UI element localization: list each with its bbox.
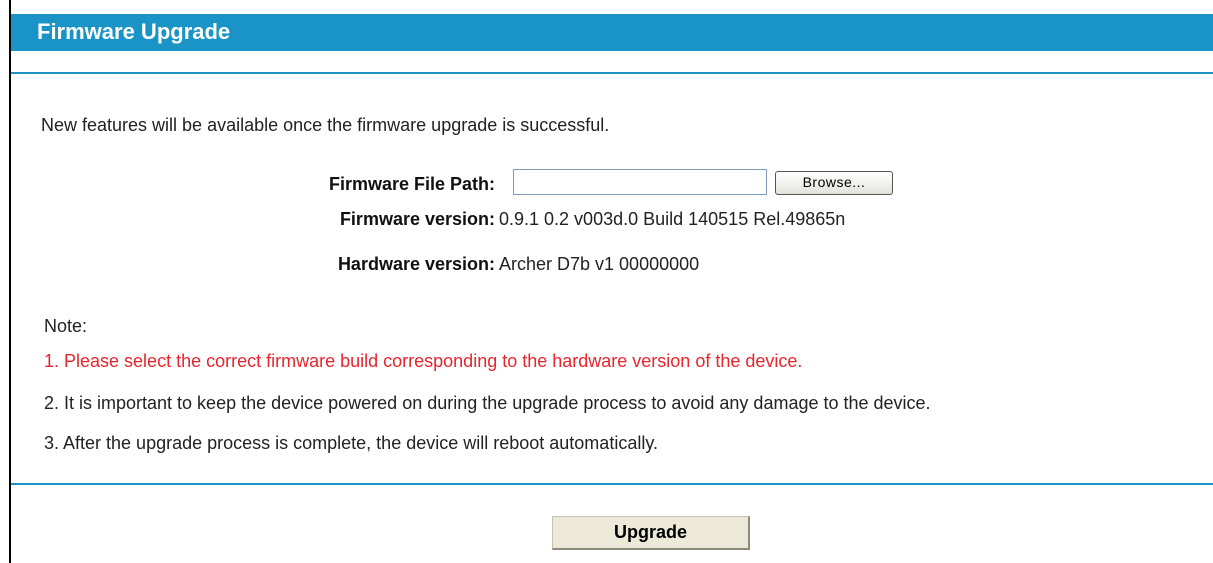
file-path-label: Firmware File Path: [328, 174, 495, 194]
browse-button[interactable]: Browse... [775, 171, 893, 195]
page-title: Firmware Upgrade [37, 19, 231, 44]
firmware-version-value: 0.9.1 0.2 v003d.0 Build 140515 Rel.49865… [499, 209, 846, 229]
file-path-input[interactable] [513, 169, 767, 195]
title-bar: Firmware Upgrade [11, 14, 1213, 51]
firmware-version-label: Firmware version: [339, 209, 495, 229]
hardware-version-label: Hardware version: [337, 254, 495, 274]
hardware-version-value: Archer D7b v1 00000000 [499, 254, 700, 274]
note-item-2: 2. It is important to keep the device po… [44, 393, 931, 413]
note-item-1: 1. Please select the correct firmware bu… [44, 351, 803, 371]
intro-text: New features will be available once the … [41, 115, 610, 135]
top-divider [11, 72, 1213, 74]
bottom-divider [11, 483, 1213, 485]
upgrade-button[interactable]: Upgrade [552, 516, 750, 550]
note-item-3: 3. After the upgrade process is complete… [44, 433, 658, 453]
note-label: Note: [44, 316, 88, 336]
firmware-upgrade-panel: Firmware Upgrade New features will be av… [9, 0, 1213, 563]
